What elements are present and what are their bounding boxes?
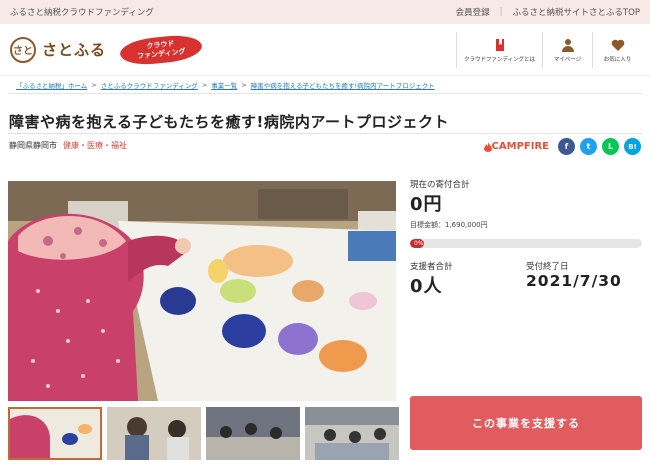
child-painting-image xyxy=(8,181,396,401)
satofull-logo-icon[interactable]: さと xyxy=(10,36,36,63)
thumbnail-image xyxy=(305,407,399,460)
thumbnail-image xyxy=(10,409,100,458)
member-register-link[interactable]: 会員登録 xyxy=(456,6,490,18)
deadline-value: 2021/7/30 xyxy=(526,272,622,290)
campfire-text: CAMPFIRE xyxy=(491,141,549,152)
nav-label: お気に入り xyxy=(603,56,632,63)
nav-label: マイページ xyxy=(553,56,582,63)
category-link[interactable]: 健康・医療・福祉 xyxy=(63,140,127,151)
book-icon xyxy=(495,38,504,51)
line-icon[interactable]: L xyxy=(602,138,619,155)
crowdfunding-badge[interactable]: クラウド ファンディング xyxy=(118,32,204,67)
progress-percent: 0% xyxy=(414,240,424,247)
progress-bar: 0% xyxy=(410,239,642,248)
thumbnail-3[interactable] xyxy=(206,407,300,460)
support-button[interactable]: この事業を支援する xyxy=(410,396,642,450)
deadline-block: 受付終了日 2021/7/30 xyxy=(526,260,642,298)
breadcrumb: 「ふるさと納税」ホーム > さとふるクラウドファンディング > 事業一覧 > 障… xyxy=(8,76,642,94)
site-name[interactable]: ふるさと納税クラウドファンディング xyxy=(10,6,154,18)
breadcrumb-separator: > xyxy=(201,80,208,89)
header-nav: クラウドファンディングとは マイページ お気に入り xyxy=(456,32,642,68)
funding-panel: 現在の寄付合計 0円 目標金額：1,690,000円 0% 支援者合計 0人 受… xyxy=(410,178,642,298)
breadcrumb-separator: > xyxy=(91,80,97,89)
project-meta: 静岡県静岡市 健康・医療・福祉 xyxy=(9,140,127,151)
supporters-value: 0人 xyxy=(410,276,443,297)
page-title: 障害や病を抱える子どもたちを癒す!病院内アートプロジェクト xyxy=(9,113,449,131)
thumbnail-image xyxy=(206,407,300,460)
top-links: 会員登録 | ふるさと納税サイトさとふるTOP xyxy=(456,6,640,18)
location-label: 静岡県静岡市 xyxy=(9,141,57,150)
supporters-block: 支援者合計 0人 xyxy=(410,260,526,298)
thumbnail-1[interactable] xyxy=(8,407,102,460)
top-utility-bar: ふるさと納税クラウドファンディング 会員登録 | ふるさと納税サイトさとふるTO… xyxy=(0,0,650,24)
goal-amount: 目標金額：1,690,000円 xyxy=(410,221,488,229)
facebook-icon[interactable]: f xyxy=(558,138,575,155)
nav-label: クラウドファンディングとは xyxy=(463,56,536,63)
current-total-label: 現在の寄付合計 xyxy=(410,180,470,190)
current-total-value: 0円 xyxy=(410,194,443,215)
stats-row: 支援者合計 0人 受付終了日 2021/7/30 xyxy=(410,260,642,298)
thumbnail-strip xyxy=(8,407,399,460)
divider xyxy=(8,133,642,134)
site-top-link[interactable]: ふるさと納税サイトさとふるTOP xyxy=(512,6,640,18)
nav-favorites[interactable]: お気に入り xyxy=(592,32,642,68)
flame-icon xyxy=(483,141,492,152)
campfire-logo[interactable]: CAMPFIRE xyxy=(483,141,549,152)
thumbnail-image xyxy=(107,407,201,460)
divider: | xyxy=(499,7,503,17)
logo-text[interactable]: さとふる xyxy=(42,39,106,60)
twitter-icon[interactable]: t xyxy=(580,138,597,155)
person-icon xyxy=(561,38,574,52)
thumbnail-2[interactable] xyxy=(107,407,201,460)
deadline-label: 受付終了日 xyxy=(526,262,569,272)
breadcrumb-list[interactable]: 事業一覧 xyxy=(211,80,237,90)
site-header: さと さとふる クラウド ファンディング クラウドファンディングとは マイページ… xyxy=(0,24,650,76)
supporters-label: 支援者合計 xyxy=(410,262,453,272)
thumbnail-4[interactable] xyxy=(305,407,399,460)
breadcrumb-home[interactable]: 「ふるさと納税」ホーム xyxy=(16,80,87,90)
breadcrumb-crowdfunding[interactable]: さとふるクラウドファンディング xyxy=(101,80,198,90)
hatena-icon[interactable]: B! xyxy=(624,138,641,155)
breadcrumb-current[interactable]: 障害や病を抱える子どもたちを癒す!病院内アートプロジェクト xyxy=(251,80,435,90)
heart-icon xyxy=(611,39,624,51)
nav-about-crowdfunding[interactable]: クラウドファンディングとは xyxy=(456,32,542,68)
nav-mypage[interactable]: マイページ xyxy=(542,32,592,68)
share-bar: CAMPFIRE f t L B! xyxy=(483,138,641,155)
breadcrumb-separator: > xyxy=(241,80,247,89)
project-main-image xyxy=(8,181,396,401)
